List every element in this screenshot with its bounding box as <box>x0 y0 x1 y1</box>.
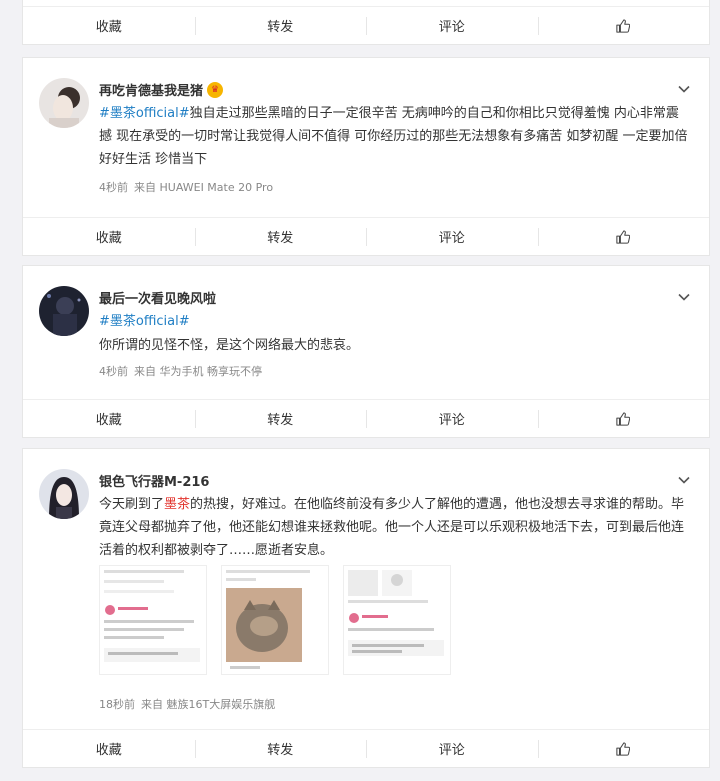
crown-badge-icon: ♛ <box>207 81 224 98</box>
username[interactable]: 最后一次看见晚风啦 <box>99 288 216 307</box>
post-time[interactable]: 18秒前 <box>99 698 135 711</box>
favorite-button[interactable]: 收藏 <box>23 730 195 767</box>
repost-button[interactable]: 转发 <box>194 7 367 44</box>
post-image[interactable] <box>343 565 451 675</box>
post-source: 来自 魅族16T大屏娱乐旗舰 <box>141 698 276 711</box>
thumbs-up-icon <box>616 229 631 244</box>
repost-label: 转发 <box>267 413 294 428</box>
post-card: 最后一次看见晚风啦 #墨茶official# 你所谓的见怪不怪，是这个网络最大的… <box>22 265 710 438</box>
image-gallery <box>99 565 451 675</box>
username[interactable]: 银色飞行器M-216 <box>99 471 209 490</box>
post-body-pre: 今天刷到了 <box>99 497 165 512</box>
post-source: 来自 华为手机 畅享玩不停 <box>134 365 262 378</box>
comment-label: 评论 <box>438 413 465 428</box>
username-text: 最后一次看见晚风啦 <box>99 292 217 307</box>
action-bar: 收藏 转发 评论 <box>23 729 709 767</box>
post-card-previous: 收藏 转发 评论 <box>22 0 710 45</box>
favorite-button[interactable]: 收藏 <box>23 400 195 437</box>
post-time[interactable]: 4秒前 <box>99 181 128 194</box>
post-card: 再吃肯德基我是猪 ♛ #墨茶official#独自走过那些黑暗的日子一定很辛苦 … <box>22 57 710 256</box>
post-image[interactable] <box>99 565 207 675</box>
username-text: 银色飞行器M-216 <box>99 475 210 490</box>
post-image[interactable] <box>221 565 329 675</box>
favorite-label: 收藏 <box>95 743 122 758</box>
topic-link[interactable]: #墨茶official# <box>99 106 190 121</box>
action-bar: 收藏 转发 评论 <box>23 6 709 44</box>
like-button[interactable] <box>537 400 710 437</box>
comment-button[interactable]: 评论 <box>366 400 538 437</box>
like-button[interactable] <box>537 730 710 767</box>
avatar[interactable] <box>39 469 89 519</box>
favorite-button[interactable]: 收藏 <box>23 7 195 44</box>
comment-label: 评论 <box>438 231 465 246</box>
post-text: 今天刷到了墨茶的热搜，好难过。在他临终前没有多少人了解他的遭遇，他也没想去寻求谁… <box>99 493 689 562</box>
post-source: 来自 HUAWEI Mate 20 Pro <box>134 181 274 194</box>
repost-button[interactable]: 转发 <box>194 400 367 437</box>
chevron-down-icon[interactable] <box>677 473 691 487</box>
comment-button[interactable]: 评论 <box>366 218 538 255</box>
avatar[interactable] <box>39 78 89 128</box>
favorite-label: 收藏 <box>95 20 122 35</box>
comment-label: 评论 <box>438 743 465 758</box>
thumbs-up-icon <box>616 411 631 426</box>
post-text: #墨茶official# <box>99 310 689 333</box>
repost-button[interactable]: 转发 <box>194 218 367 255</box>
chevron-down-icon[interactable] <box>677 290 691 304</box>
chevron-down-icon[interactable] <box>677 82 691 96</box>
favorite-label: 收藏 <box>95 231 122 246</box>
thumbs-up-icon <box>616 18 631 33</box>
repost-label: 转发 <box>267 231 294 246</box>
keyword-highlight[interactable]: 墨茶 <box>164 497 190 512</box>
post-text: 你所谓的见怪不怪，是这个网络最大的悲哀。 <box>99 334 689 357</box>
topic-link[interactable]: #墨茶official# <box>99 314 190 329</box>
post-meta: 4秒前 来自 华为手机 畅享玩不停 <box>99 363 262 379</box>
like-button[interactable] <box>537 7 710 44</box>
repost-button[interactable]: 转发 <box>194 730 367 767</box>
post-text: #墨茶official#独自走过那些黑暗的日子一定很辛苦 无病呻吟的自己和你相比… <box>99 102 689 171</box>
username[interactable]: 再吃肯德基我是猪 ♛ <box>99 80 224 99</box>
thumbs-up-icon <box>616 741 631 756</box>
comment-label: 评论 <box>438 20 465 35</box>
username-text: 再吃肯德基我是猪 <box>99 84 204 99</box>
post-card: 银色飞行器M-216 今天刷到了墨茶的热搜，好难过。在他临终前没有多少人了解他的… <box>22 448 710 768</box>
post-body: 你所谓的见怪不怪，是这个网络最大的悲哀。 <box>99 338 360 353</box>
post-meta: 4秒前 来自 HUAWEI Mate 20 Pro <box>99 179 273 195</box>
repost-label: 转发 <box>267 743 294 758</box>
avatar[interactable] <box>39 286 89 336</box>
comment-button[interactable]: 评论 <box>366 7 538 44</box>
repost-label: 转发 <box>267 20 294 35</box>
favorite-button[interactable]: 收藏 <box>23 218 195 255</box>
post-time[interactable]: 4秒前 <box>99 365 128 378</box>
post-meta: 18秒前 来自 魅族16T大屏娱乐旗舰 <box>99 696 275 712</box>
action-bar: 收藏 转发 评论 <box>23 217 709 255</box>
action-bar: 收藏 转发 评论 <box>23 399 709 437</box>
like-button[interactable] <box>537 218 710 255</box>
favorite-label: 收藏 <box>95 413 122 428</box>
comment-button[interactable]: 评论 <box>366 730 538 767</box>
